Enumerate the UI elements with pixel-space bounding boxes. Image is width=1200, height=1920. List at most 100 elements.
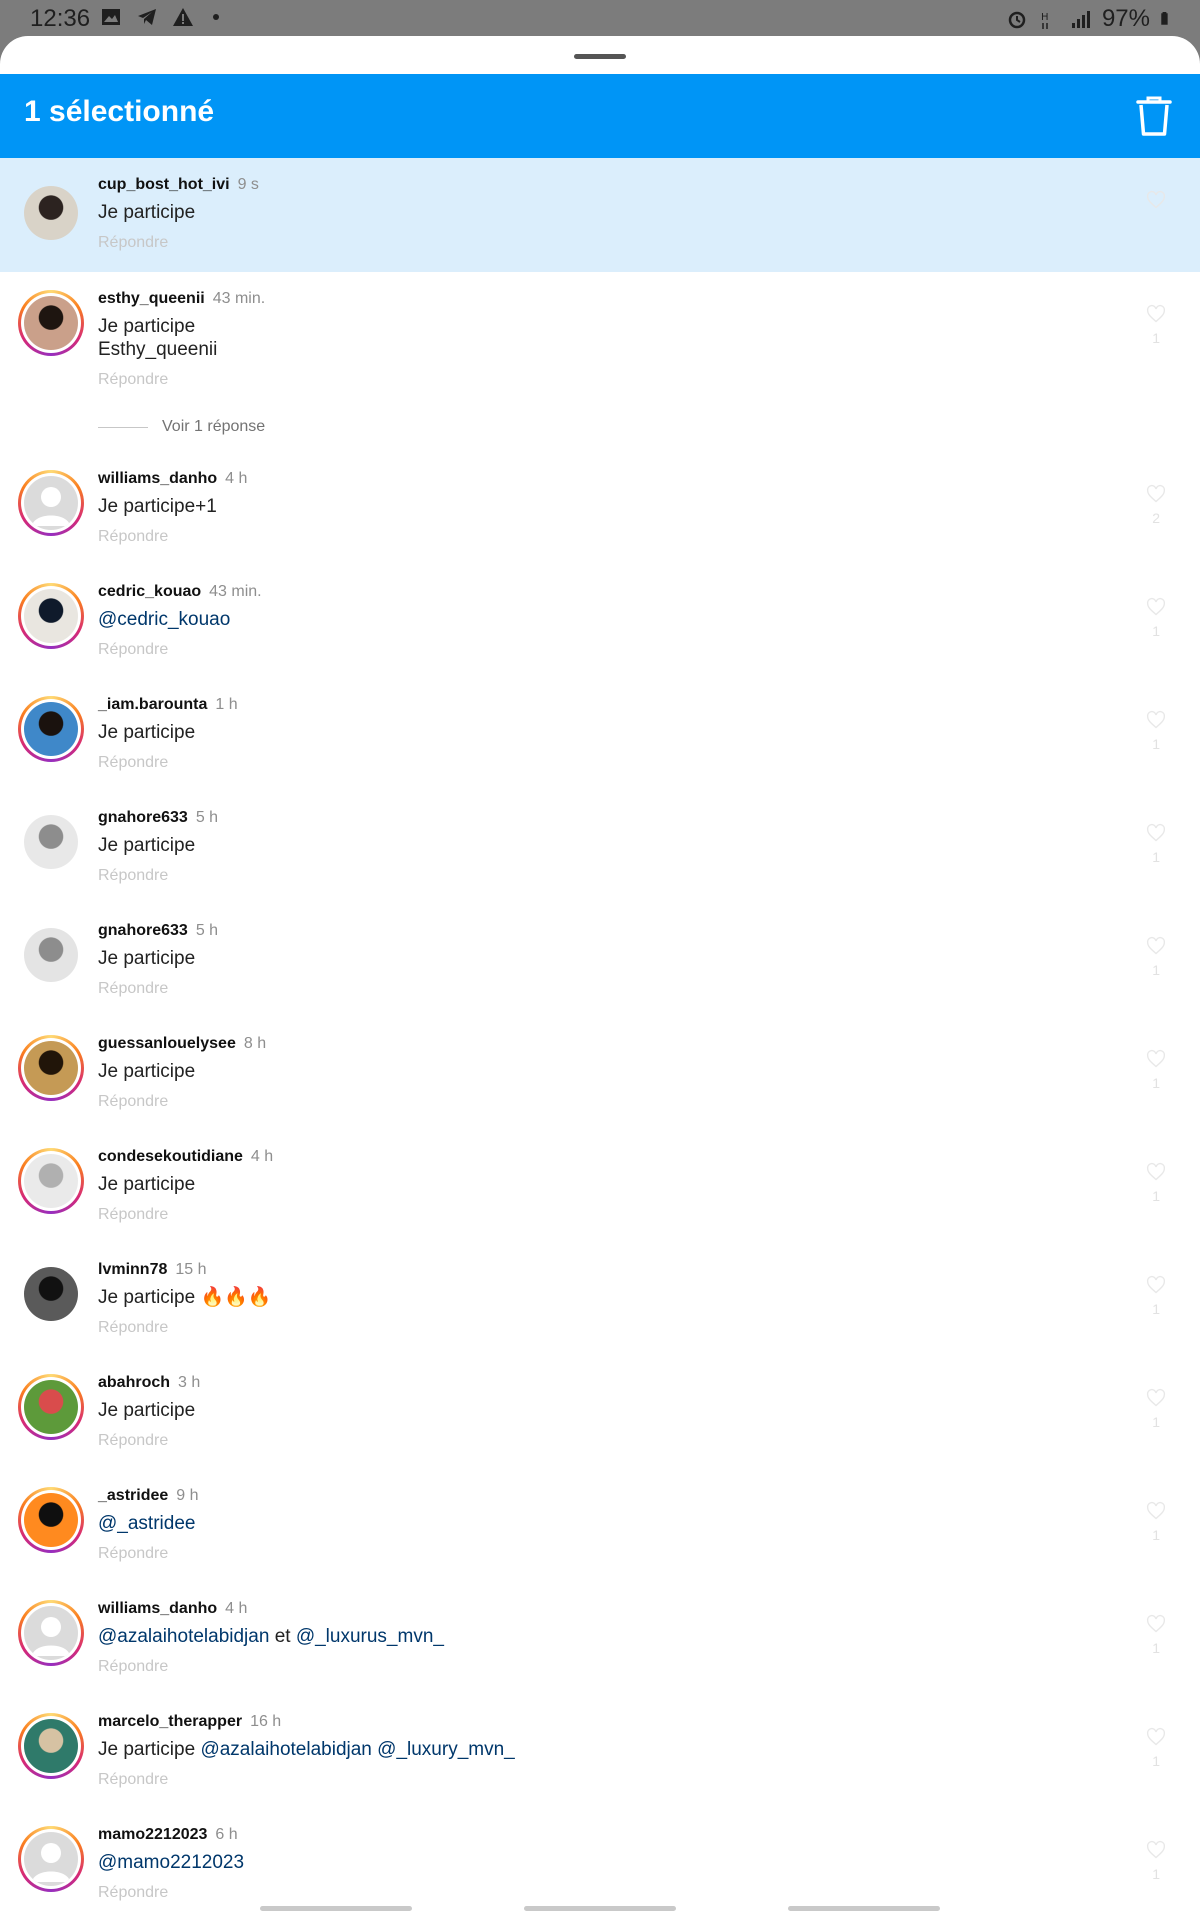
like-heart-icon[interactable] (1146, 1049, 1166, 1069)
comment-username[interactable]: _astridee (98, 1487, 168, 1504)
battery-icon (1161, 12, 1168, 25)
warning-icon (173, 8, 193, 26)
comment-username[interactable]: williams_danho (98, 470, 217, 487)
reply-button[interactable]: Répondre (98, 1206, 168, 1224)
comment-username[interactable]: _iam.barounta (98, 696, 207, 713)
comment-username[interactable]: mamo2212023 (98, 1826, 207, 1843)
reply-button[interactable]: Répondre (98, 371, 168, 389)
reply-button[interactable]: Répondre (98, 1884, 168, 1902)
comment-row[interactable]: mamo2212023 6 h @mamo2212023 Répondre 1 (0, 1808, 1200, 1918)
comment-username[interactable]: cup_bost_hot_ivi (98, 176, 230, 193)
like-heart-icon[interactable] (1146, 597, 1166, 617)
mention-link[interactable]: @azalaihotelabidjan (98, 1626, 269, 1647)
comment-row[interactable]: _astridee 9 h @_astridee Répondre 1 (0, 1469, 1200, 1579)
mention-link[interactable]: @_luxurus_mvn_ (296, 1626, 444, 1647)
like-heart-icon[interactable] (1146, 1275, 1166, 1295)
reply-button[interactable]: Répondre (98, 1093, 168, 1111)
comment-row[interactable]: _iam.barounta 1 h Je participe Répondre 1 (0, 678, 1200, 788)
reply-button[interactable]: Répondre (98, 641, 168, 659)
comment-row[interactable]: esthy_queenii 43 min. Je participe Esthy_qu… (0, 272, 1200, 412)
comment-time: 4 h (225, 470, 248, 487)
comment-time: 43 min. (209, 583, 262, 600)
comment-username[interactable]: gnahore633 (98, 809, 188, 826)
mention-link[interactable]: @_astridee (98, 1513, 195, 1534)
mention-link[interactable]: @cedric_kouao (98, 609, 230, 630)
like-heart-icon[interactable] (1146, 1614, 1166, 1634)
reply-button[interactable]: Répondre (98, 867, 168, 885)
like-heart-icon[interactable] (1146, 936, 1166, 956)
avatar[interactable] (18, 809, 84, 875)
avatar[interactable] (18, 1148, 84, 1214)
comment-username[interactable]: cedric_kouao (98, 583, 201, 600)
sheet-drag-handle[interactable] (574, 54, 626, 59)
comment-username[interactable]: gnahore633 (98, 922, 188, 939)
avatar[interactable] (18, 922, 84, 988)
reply-button[interactable]: Répondre (98, 1545, 168, 1563)
like-heart-icon[interactable] (1146, 304, 1166, 324)
avatar[interactable] (18, 1035, 84, 1101)
mention-link[interactable]: @_luxury_mvn_ (377, 1739, 515, 1760)
comment-row[interactable]: marcelo_therapper 16 h Je participe @azala… (0, 1695, 1200, 1805)
comment-username[interactable]: lvminn78 (98, 1261, 167, 1278)
comment-row[interactable]: lvminn78 15 h Je participe 🔥🔥🔥 Répondre 1 (0, 1243, 1200, 1353)
mention-link[interactable]: @azalaihotelabidjan (200, 1739, 371, 1760)
comment-row[interactable]: gnahore633 5 h Je participe Répondre 1 (0, 904, 1200, 1014)
comment-text-line: Je participe (98, 1174, 196, 1195)
avatar[interactable] (18, 180, 84, 246)
comment-row[interactable]: cedric_kouao 43 min. @cedric_kouao Répondre… (0, 565, 1200, 675)
nav-pill-right (788, 1906, 940, 1911)
delete-trash-icon[interactable] (1134, 94, 1174, 138)
comment-row[interactable]: cup_bost_hot_ivi 9 s Je participe Répondre (0, 158, 1200, 272)
avatar-image (24, 702, 78, 756)
avatar-frame (18, 809, 84, 875)
like-heart-icon[interactable] (1146, 710, 1166, 730)
comment-text: Je participe (98, 721, 195, 744)
avatar[interactable] (18, 1713, 84, 1779)
comment-username[interactable]: esthy_queenii (98, 290, 205, 307)
mention-link[interactable]: @mamo2212023 (98, 1852, 244, 1873)
like-heart-icon[interactable] (1146, 1840, 1166, 1860)
like-heart-icon[interactable] (1146, 1388, 1166, 1408)
avatar[interactable] (18, 1374, 84, 1440)
avatar-image (24, 1832, 78, 1886)
avatar[interactable] (18, 1261, 84, 1327)
comment-username[interactable]: condesekoutidiane (98, 1148, 243, 1165)
comment-row[interactable]: abahroch 3 h Je participe Répondre 1 (0, 1356, 1200, 1466)
like-heart-icon[interactable] (1146, 823, 1166, 843)
comment-username[interactable]: williams_danho (98, 1600, 217, 1617)
reply-button[interactable]: Répondre (98, 1319, 168, 1337)
reply-button[interactable]: Répondre (98, 980, 168, 998)
comment-username[interactable]: abahroch (98, 1374, 170, 1391)
like-heart-icon[interactable] (1146, 190, 1166, 210)
view-replies-button[interactable]: Voir 1 réponse (98, 418, 265, 436)
reply-button[interactable]: Répondre (98, 528, 168, 546)
like-heart-icon[interactable] (1146, 1501, 1166, 1521)
comment-row[interactable]: williams_danho 4 h @azalaihotelabidjan et … (0, 1582, 1200, 1692)
comment-row[interactable]: williams_danho 4 h Je participe+1 Répondre 2 (0, 452, 1200, 562)
avatar[interactable] (18, 696, 84, 762)
avatar-frame (21, 1603, 81, 1663)
comment-text-line: Esthy_queenii (98, 339, 218, 360)
avatar[interactable] (18, 583, 84, 649)
comment-time: 8 h (243, 1035, 267, 1052)
comment-username[interactable]: guessanlouelysee (98, 1035, 236, 1052)
comment-username[interactable]: marcelo_therapper (98, 1713, 242, 1730)
avatar[interactable] (18, 1600, 84, 1666)
like-count: 2 (1152, 510, 1160, 526)
comment-row[interactable]: guessanlouelysee 8 h Je participe Répondre 1 (0, 1017, 1200, 1127)
avatar[interactable] (18, 1487, 84, 1553)
dot-icon (213, 14, 219, 20)
comment-row[interactable]: condesekoutidiane 4 h Je participe Répondre… (0, 1130, 1200, 1240)
reply-button[interactable]: Répondre (98, 1771, 168, 1789)
like-heart-icon[interactable] (1146, 1162, 1166, 1182)
like-heart-icon[interactable] (1146, 484, 1166, 504)
reply-button[interactable]: Répondre (98, 754, 168, 772)
like-heart-icon[interactable] (1146, 1727, 1166, 1747)
reply-button[interactable]: Répondre (98, 1432, 168, 1450)
avatar[interactable] (18, 290, 84, 356)
avatar[interactable] (18, 470, 84, 536)
reply-button[interactable]: Répondre (98, 234, 168, 252)
comment-row[interactable]: gnahore633 5 h Je participe Répondre 1 (0, 791, 1200, 901)
avatar[interactable] (18, 1826, 84, 1892)
reply-button[interactable]: Répondre (98, 1658, 168, 1676)
